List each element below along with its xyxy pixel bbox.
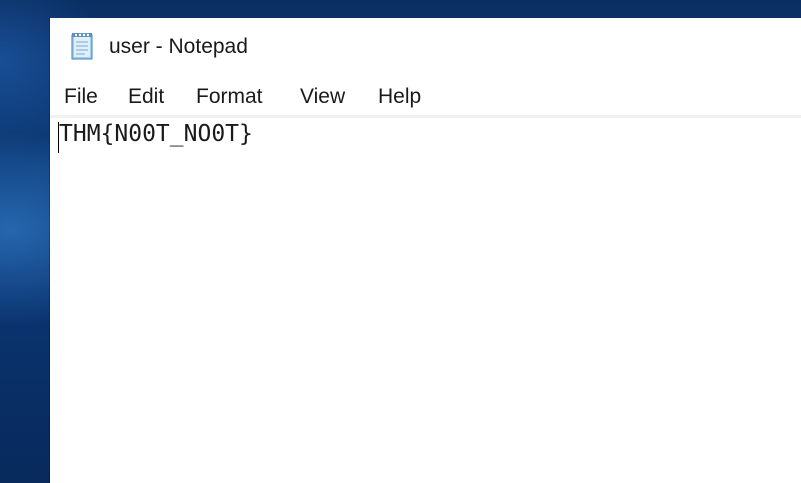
menu-view[interactable]: View (300, 85, 345, 109)
menu-edit[interactable]: Edit (128, 85, 164, 109)
menu-help[interactable]: Help (378, 85, 421, 109)
title-bar[interactable]: user - Notepad (50, 18, 801, 78)
editor-content[interactable]: THM{N00T_NO0T} (59, 121, 253, 147)
menu-file[interactable]: File (64, 85, 98, 109)
text-caret (58, 122, 59, 153)
window-title: user - Notepad (109, 35, 248, 58)
notepad-window: user - Notepad File Edit Format View Hel… (50, 18, 801, 483)
menu-format[interactable]: Format (196, 85, 263, 109)
text-editor-area[interactable]: THM{N00T_NO0T} (50, 118, 801, 483)
notepad-icon (68, 31, 96, 61)
menu-bar: File Edit Format View Help (50, 80, 801, 116)
